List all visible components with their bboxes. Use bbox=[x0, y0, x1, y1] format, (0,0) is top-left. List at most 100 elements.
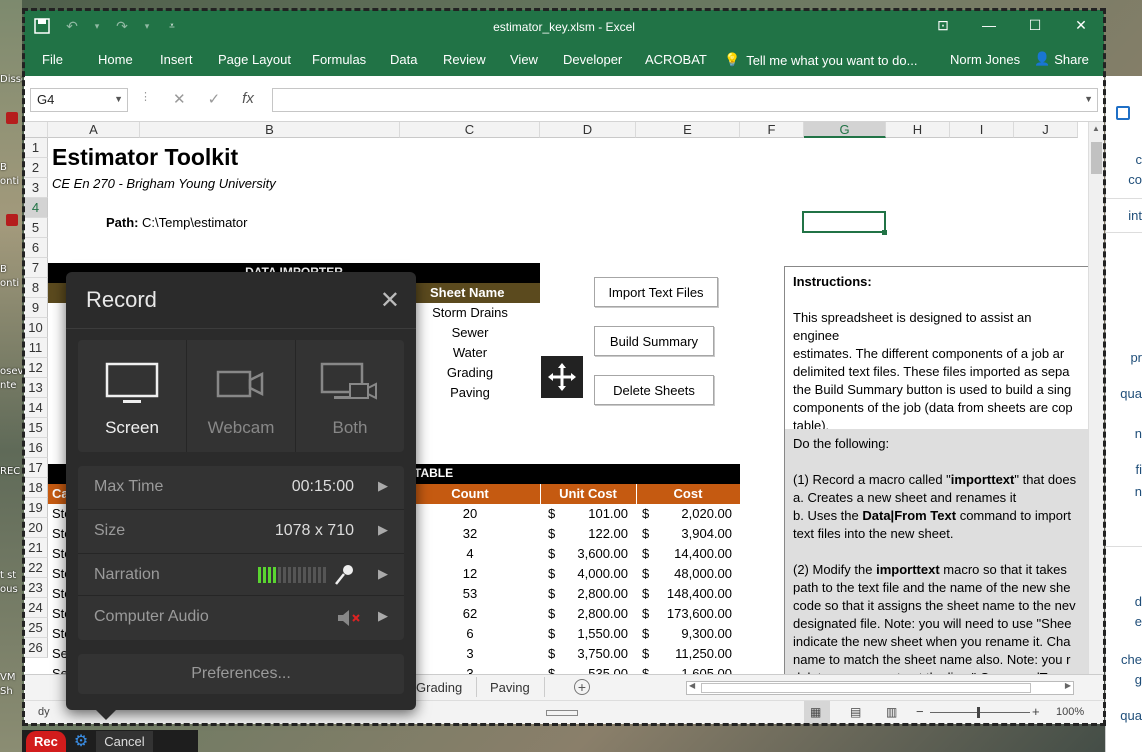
sheet-tab-paving[interactable]: Paving bbox=[490, 680, 530, 695]
row-header[interactable]: 6 bbox=[24, 238, 48, 258]
zoom-in-icon[interactable]: + bbox=[1032, 704, 1040, 719]
horizontal-scrollbar[interactable]: ◀ ▶ bbox=[686, 681, 1074, 695]
tab-view[interactable]: View bbox=[510, 52, 538, 67]
option-size[interactable]: Size 1078 x 710 ▶ bbox=[78, 510, 404, 554]
scroll-thumb[interactable] bbox=[1091, 142, 1102, 174]
zoom-slider-thumb[interactable] bbox=[977, 707, 980, 718]
row-header[interactable]: 26 bbox=[24, 638, 48, 658]
column-header[interactable]: G bbox=[804, 122, 886, 138]
zoom-slider[interactable] bbox=[930, 712, 1030, 713]
desktop-icon[interactable] bbox=[6, 112, 18, 124]
row-header[interactable]: 5 bbox=[24, 218, 48, 238]
row-header[interactable]: 9 bbox=[24, 298, 48, 318]
instructions-textbox[interactable]: Instructions: This spreadsheet is design… bbox=[784, 266, 1088, 688]
share-button[interactable]: 👤 Share bbox=[1028, 48, 1095, 70]
hscroll-thumb[interactable] bbox=[701, 683, 1031, 693]
tab-page-layout[interactable]: Page Layout bbox=[218, 52, 291, 67]
tab-formulas[interactable]: Formulas bbox=[312, 52, 366, 67]
tab-insert[interactable]: Insert bbox=[160, 52, 193, 67]
add-sheet-icon[interactable]: + bbox=[574, 679, 590, 695]
cancel-button[interactable]: Cancel bbox=[96, 730, 153, 752]
column-header[interactable]: A bbox=[48, 122, 140, 138]
option-max-time[interactable]: Max Time 00:15:00 ▶ bbox=[78, 466, 404, 510]
option-computer-audio[interactable]: Computer Audio ▶ bbox=[78, 596, 404, 640]
insert-function-icon[interactable]: fx bbox=[242, 90, 254, 108]
gear-icon[interactable]: ⚙ bbox=[74, 731, 88, 751]
speaker-muted-icon[interactable] bbox=[336, 608, 362, 628]
path-value[interactable]: C:\Temp\estimator bbox=[142, 215, 247, 230]
column-header[interactable]: E bbox=[636, 122, 740, 138]
preferences-button[interactable]: Preferences... bbox=[78, 654, 404, 694]
row-header[interactable]: 10 bbox=[24, 318, 48, 338]
select-all-corner[interactable] bbox=[24, 122, 48, 138]
page-break-icon[interactable]: ▥ bbox=[886, 705, 897, 719]
column-header[interactable]: F bbox=[740, 122, 804, 138]
chevron-down-icon[interactable]: ▼ bbox=[1084, 94, 1093, 104]
cancel-icon[interactable]: ✕ bbox=[173, 90, 186, 108]
zoom-level[interactable]: 100% bbox=[1056, 706, 1084, 718]
row-header[interactable]: 21 bbox=[24, 538, 48, 558]
chevron-right-icon[interactable]: ▶ bbox=[378, 608, 388, 624]
row-header[interactable]: 17 bbox=[24, 458, 48, 478]
column-header[interactable]: H bbox=[886, 122, 950, 138]
tab-home[interactable]: Home bbox=[98, 52, 133, 67]
row-header[interactable]: 24 bbox=[24, 598, 48, 618]
name-box[interactable]: G4 ▼ bbox=[30, 88, 128, 112]
row-header[interactable]: 8 bbox=[24, 278, 48, 298]
row-header[interactable]: 12 bbox=[24, 358, 48, 378]
row-header[interactable]: 2 bbox=[24, 158, 48, 178]
row-header[interactable]: 23 bbox=[24, 578, 48, 598]
panel-icon[interactable] bbox=[1116, 106, 1130, 120]
fill-handle[interactable] bbox=[882, 230, 887, 235]
column-header[interactable]: B bbox=[140, 122, 400, 138]
vertical-scrollbar[interactable]: ▲ ▼ bbox=[1088, 122, 1104, 688]
tab-file[interactable]: File bbox=[42, 52, 63, 67]
scroll-left-icon[interactable]: ◀ bbox=[689, 681, 695, 690]
row-header[interactable]: 18 bbox=[24, 478, 48, 498]
source-screen[interactable]: Screen bbox=[78, 340, 187, 452]
sheet-tab-grading[interactable]: Grading bbox=[416, 680, 462, 695]
row-header[interactable]: 20 bbox=[24, 518, 48, 538]
source-both[interactable]: Both bbox=[296, 340, 404, 452]
scroll-right-icon[interactable]: ▶ bbox=[1065, 681, 1071, 690]
user-name[interactable]: Norm Jones bbox=[950, 52, 1020, 67]
delete-sheets-button[interactable]: Delete Sheets bbox=[594, 375, 714, 405]
close-button[interactable]: ✕ bbox=[1058, 10, 1104, 40]
ribbon-display-icon[interactable]: ⊡ bbox=[920, 10, 966, 40]
chevron-down-icon[interactable]: ▼ bbox=[114, 94, 123, 104]
tab-review[interactable]: Review bbox=[443, 52, 486, 67]
tab-developer[interactable]: Developer bbox=[563, 52, 622, 67]
enter-icon[interactable]: ✓ bbox=[208, 90, 221, 108]
column-header[interactable]: D bbox=[540, 122, 636, 138]
rec-button[interactable]: Rec bbox=[26, 730, 66, 752]
option-narration[interactable]: Narration ▶ bbox=[78, 554, 404, 596]
row-header[interactable]: 7 bbox=[24, 258, 48, 278]
move-icon[interactable] bbox=[541, 356, 583, 398]
minimize-button[interactable]: — bbox=[966, 10, 1012, 40]
row-header[interactable]: 11 bbox=[24, 338, 48, 358]
source-webcam[interactable]: Webcam bbox=[187, 340, 296, 452]
chevron-right-icon[interactable]: ▶ bbox=[378, 478, 388, 494]
maximize-button[interactable]: ☐ bbox=[1012, 10, 1058, 40]
chevron-right-icon[interactable]: ▶ bbox=[378, 566, 388, 582]
close-icon[interactable]: ✕ bbox=[380, 286, 400, 315]
column-header[interactable]: C bbox=[400, 122, 540, 138]
column-header[interactable]: J bbox=[1014, 122, 1078, 138]
tab-data[interactable]: Data bbox=[390, 52, 417, 67]
row-header[interactable]: 1 bbox=[24, 138, 48, 158]
row-header[interactable]: 15 bbox=[24, 418, 48, 438]
formula-input[interactable]: ▼ bbox=[272, 88, 1098, 112]
tab-acrobat[interactable]: ACROBAT bbox=[645, 52, 707, 67]
zoom-out-icon[interactable]: − bbox=[916, 704, 924, 719]
row-header[interactable]: 19 bbox=[24, 498, 48, 518]
import-text-files-button[interactable]: Import Text Files bbox=[594, 277, 718, 307]
desktop-icon[interactable] bbox=[6, 214, 18, 226]
row-header[interactable]: 14 bbox=[24, 398, 48, 418]
build-summary-button[interactable]: Build Summary bbox=[594, 326, 714, 356]
row-header[interactable]: 16 bbox=[24, 438, 48, 458]
row-header[interactable]: 25 bbox=[24, 618, 48, 638]
chevron-right-icon[interactable]: ▶ bbox=[378, 522, 388, 538]
tell-me-box[interactable]: 💡 Tell me what you want to do... bbox=[724, 52, 917, 68]
row-header[interactable]: 13 bbox=[24, 378, 48, 398]
column-header[interactable]: I bbox=[950, 122, 1014, 138]
